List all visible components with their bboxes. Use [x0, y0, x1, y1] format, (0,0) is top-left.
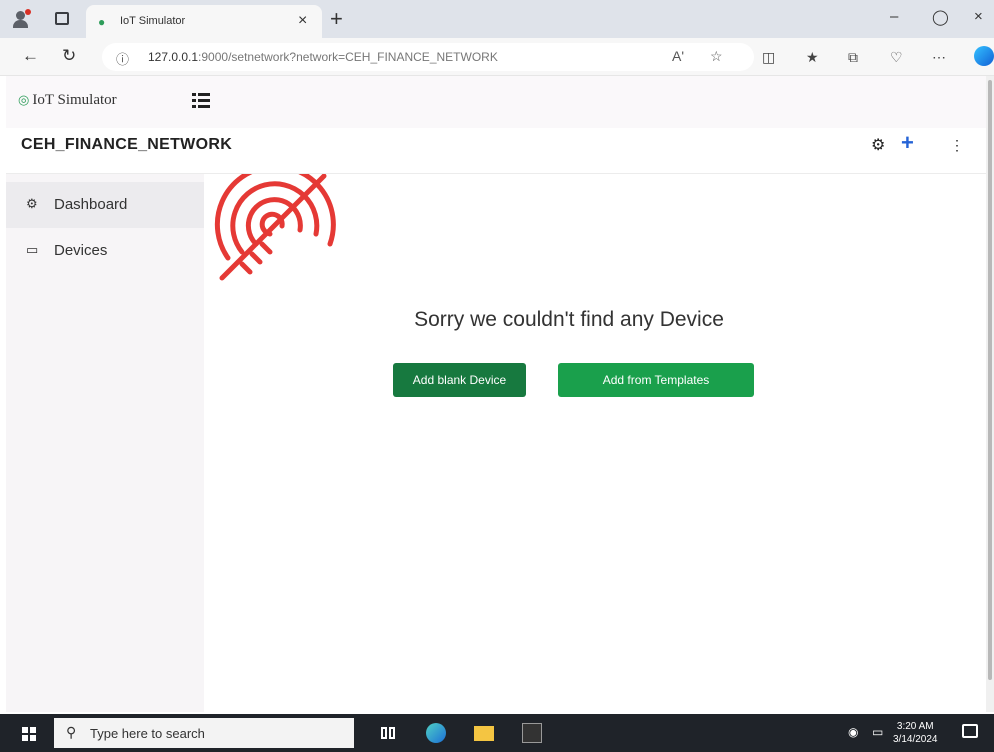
- tab-actions-icon[interactable]: [55, 12, 69, 25]
- sidebar-item-dashboard[interactable]: ⚙ Dashboard: [6, 182, 204, 228]
- monitor-icon: ▭: [26, 242, 39, 257]
- clock-date: 3/14/2024: [893, 734, 938, 745]
- taskbar-search[interactable]: ⚲ Type here to search: [54, 718, 354, 748]
- empty-state-message: Sorry we couldn't find any Device: [414, 308, 724, 331]
- clock-time: 3:20 AM: [896, 721, 934, 732]
- restore-icon[interactable]: ◯: [932, 8, 949, 26]
- edge-browser-icon[interactable]: [426, 723, 446, 743]
- windows-taskbar: ⚲ Type here to search ◉ ▭ 3:20 AM 3/14/2…: [0, 714, 994, 752]
- sidebar-item-label: Devices: [54, 242, 108, 259]
- address-bar: ← ↻ ⓘ 127.0.0.1:9000/setnetwork?network=…: [0, 38, 994, 76]
- back-icon[interactable]: ←: [22, 46, 39, 66]
- sidebar: ⚙ Dashboard ▭ Devices: [6, 174, 204, 712]
- url-field[interactable]: ⓘ 127.0.0.1:9000/setnetwork?network=CEH_…: [102, 43, 754, 71]
- close-tab-icon[interactable]: ×: [298, 12, 307, 30]
- add-blank-device-button[interactable]: Add blank Device: [393, 363, 526, 397]
- file-explorer-icon[interactable]: [474, 726, 494, 741]
- no-signal-logo-icon: [214, 174, 336, 281]
- add-icon[interactable]: +: [901, 130, 914, 156]
- site-info-icon[interactable]: ⓘ: [116, 49, 129, 68]
- sidebar-item-label: Dashboard: [54, 196, 128, 213]
- globe-icon: ◎: [18, 92, 30, 107]
- favorites-icon[interactable]: ★: [806, 49, 819, 66]
- taskbar-clock[interactable]: 3:20 AM 3/14/2024: [893, 720, 938, 746]
- page-scrollbar[interactable]: [986, 76, 994, 712]
- kebab-menu-icon[interactable]: ⋮: [950, 137, 964, 154]
- display-tray-icon[interactable]: ▭: [872, 725, 883, 739]
- split-screen-icon[interactable]: ◫: [762, 49, 775, 66]
- task-view-icon[interactable]: [378, 723, 398, 743]
- dashboard-icon: ⚙: [26, 196, 38, 211]
- collections-icon[interactable]: ⧉: [848, 49, 858, 66]
- brand-label: IoT Simulator: [32, 92, 117, 108]
- network-title: CEH_FINANCE_NETWORK: [21, 136, 233, 153]
- minimize-icon[interactable]: –: [890, 8, 898, 25]
- web-page: ◎ IoT Simulator CEH_FINANCE_NETWORK ⚙ + ⋮…: [6, 76, 986, 712]
- browser-essentials-icon[interactable]: ♡: [890, 49, 903, 66]
- url-host: 127.0.0.1: [148, 50, 199, 64]
- refresh-icon[interactable]: ↻: [62, 46, 76, 66]
- url-path: :9000/setnetwork?network=CEH_FINANCE_NET…: [198, 50, 498, 64]
- app-navbar: ◎ IoT Simulator: [6, 76, 986, 128]
- app-brand[interactable]: ◎ IoT Simulator: [18, 92, 117, 109]
- close-window-icon[interactable]: ×: [974, 8, 983, 25]
- windows-start-icon[interactable]: [22, 727, 36, 741]
- sidebar-item-devices[interactable]: ▭ Devices: [6, 228, 204, 274]
- browser-tab[interactable]: ● IoT Simulator ×: [86, 5, 322, 38]
- add-from-templates-button[interactable]: Add from Templates: [558, 363, 754, 397]
- notifications-icon[interactable]: [962, 724, 978, 738]
- favorite-star-icon[interactable]: ☆: [710, 48, 723, 65]
- profile-icon[interactable]: [12, 9, 31, 28]
- search-placeholder: Type here to search: [90, 726, 205, 741]
- search-icon: ⚲: [66, 724, 77, 740]
- menu-toggle-icon[interactable]: [192, 92, 210, 110]
- settings-gear-icon[interactable]: ⚙: [871, 135, 885, 155]
- copilot-icon[interactable]: [974, 46, 994, 66]
- new-tab-button[interactable]: +: [330, 6, 343, 32]
- tab-title: IoT Simulator: [120, 15, 186, 27]
- network-header: CEH_FINANCE_NETWORK ⚙ + ⋮: [6, 128, 986, 174]
- more-options-icon[interactable]: ⋯: [932, 49, 946, 66]
- terminal-icon[interactable]: [522, 723, 542, 743]
- network-tray-icon[interactable]: ◉: [848, 725, 858, 739]
- read-aloud-icon[interactable]: Aʹ: [672, 48, 684, 64]
- browser-tab-strip: ● IoT Simulator × + – ◯ ×: [0, 0, 994, 38]
- globe-icon: ●: [98, 15, 106, 29]
